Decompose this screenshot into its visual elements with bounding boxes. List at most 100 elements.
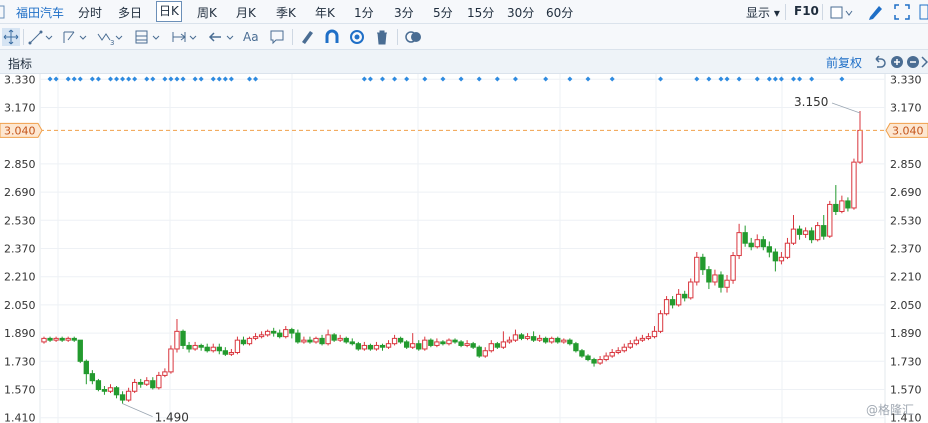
signal-marker [778, 76, 784, 82]
candle-body [827, 203, 833, 237]
fibonacci-tool-icon[interactable] [133, 28, 163, 46]
signal-marker [361, 76, 367, 82]
signal-marker [567, 76, 573, 82]
candle-body [186, 344, 192, 350]
period-tab-daily[interactable]: 日K [156, 1, 182, 22]
line-tool-icon[interactable] [28, 28, 56, 46]
candlestick-chart[interactable]: 3.330 3.170 3.040 2.850 2.690 2.530 2.370 2.210… [0, 74, 928, 423]
signal-marker [210, 76, 216, 82]
candle-body [597, 359, 603, 364]
pen-icon[interactable] [866, 3, 884, 21]
channel-tool-icon[interactable] [62, 28, 90, 46]
indicator-bar: 指标 前复权 [0, 50, 928, 74]
period-tab-monthly[interactable]: 月K [236, 4, 256, 21]
candle-body [180, 330, 186, 346]
signal-marker [228, 76, 234, 82]
watermark: @格隆汇 [866, 402, 914, 417]
candle-body [77, 339, 83, 362]
zoom-in-icon[interactable] [890, 54, 904, 70]
period-tab-intraday[interactable]: 分时 [78, 4, 102, 21]
candle-body [536, 337, 543, 341]
chevron-down-icon: ▾ [773, 6, 780, 20]
period-tab-15min[interactable]: 15分 [467, 4, 494, 21]
display-label: 显示 [746, 6, 771, 20]
signal-marker [797, 76, 803, 82]
left-tick-label: 3.330 [4, 74, 36, 86]
signal-marker [132, 76, 138, 82]
adjust-mode-button[interactable]: 前复权 [826, 54, 862, 71]
candle-body [192, 344, 198, 350]
compare-icon[interactable] [403, 28, 425, 46]
period-tab-quarterly[interactable]: 季K [276, 4, 296, 21]
candle-body [428, 339, 434, 346]
signal-marker [367, 76, 373, 82]
zoom-out-icon[interactable] [906, 54, 920, 70]
divider [292, 29, 293, 45]
candle-body [730, 255, 736, 281]
fullscreen-icon[interactable] [893, 3, 911, 21]
left-tick-label: 2.530 [4, 214, 36, 227]
max-price-label: 3.150 [794, 95, 828, 109]
signal-marker [404, 76, 410, 82]
candle-body [252, 336, 259, 339]
sidebar-toggle-icon[interactable] [0, 5, 6, 19]
candle-body [283, 329, 289, 338]
arrow-tool-icon[interactable] [207, 28, 237, 46]
indicator-label[interactable]: 指标 [8, 55, 32, 72]
candle-body [174, 330, 180, 350]
wave-tool-icon[interactable]: 3 [96, 28, 126, 46]
period-tab-30min[interactable]: 30分 [507, 4, 534, 21]
signal-marker [766, 76, 772, 82]
candle-body [319, 337, 325, 345]
candle-body [470, 343, 476, 348]
stock-name[interactable]: 福田汽车 [16, 4, 64, 21]
divider [397, 29, 398, 45]
period-tab-60min[interactable]: 60分 [546, 4, 573, 21]
candle-body [851, 161, 857, 209]
eye-icon[interactable] [348, 28, 366, 46]
signal-marker [120, 76, 126, 82]
undo-icon[interactable] [872, 54, 886, 70]
period-tab-weekly[interactable]: 周K [197, 4, 217, 21]
more-icon[interactable] [918, 3, 928, 21]
candle-body [107, 387, 114, 392]
candle-body [603, 355, 609, 361]
candle-body [349, 341, 355, 345]
signal-marker [392, 76, 398, 82]
candle-body [204, 346, 210, 352]
f10-button[interactable]: F10 [794, 4, 819, 18]
left-tick-label: 1.570 [4, 384, 36, 397]
signal-marker [162, 76, 168, 82]
candle-body [125, 390, 132, 401]
period-tab-yearly[interactable]: 年K [315, 4, 335, 21]
candle-body [144, 380, 150, 385]
signal-marker [114, 76, 120, 82]
period-tab-1min[interactable]: 1分 [354, 4, 374, 21]
period-tab-multiday[interactable]: 多日 [118, 4, 142, 21]
comment-icon[interactable] [268, 28, 286, 46]
candle-body [718, 274, 724, 288]
signal-marker [150, 76, 156, 82]
next-icon[interactable] [921, 54, 928, 70]
signal-marker [706, 76, 712, 82]
chart-style-menu[interactable] [830, 5, 854, 24]
candle-body [216, 346, 222, 352]
candle-body [633, 339, 640, 345]
candle-body [379, 344, 386, 348]
candle-body [500, 341, 507, 348]
magnet-icon[interactable] [323, 28, 341, 46]
brush-icon[interactable] [298, 28, 316, 46]
candle-body [131, 381, 138, 392]
text-tool-button[interactable]: Aa [243, 28, 259, 46]
left-tick-label: 1.890 [4, 327, 36, 340]
candle-body [464, 343, 470, 346]
period-tab-5min[interactable]: 5分 [433, 4, 453, 21]
range-tool-icon[interactable] [170, 28, 200, 46]
candle-body [119, 394, 126, 401]
current-price-left-label: 3.040 [4, 124, 36, 137]
period-tab-3min[interactable]: 3分 [394, 4, 414, 21]
trash-icon[interactable] [373, 28, 391, 46]
candle-body [240, 339, 247, 345]
crosshair-move-icon[interactable] [2, 28, 20, 46]
display-menu[interactable]: 显示 ▾ [746, 4, 780, 21]
